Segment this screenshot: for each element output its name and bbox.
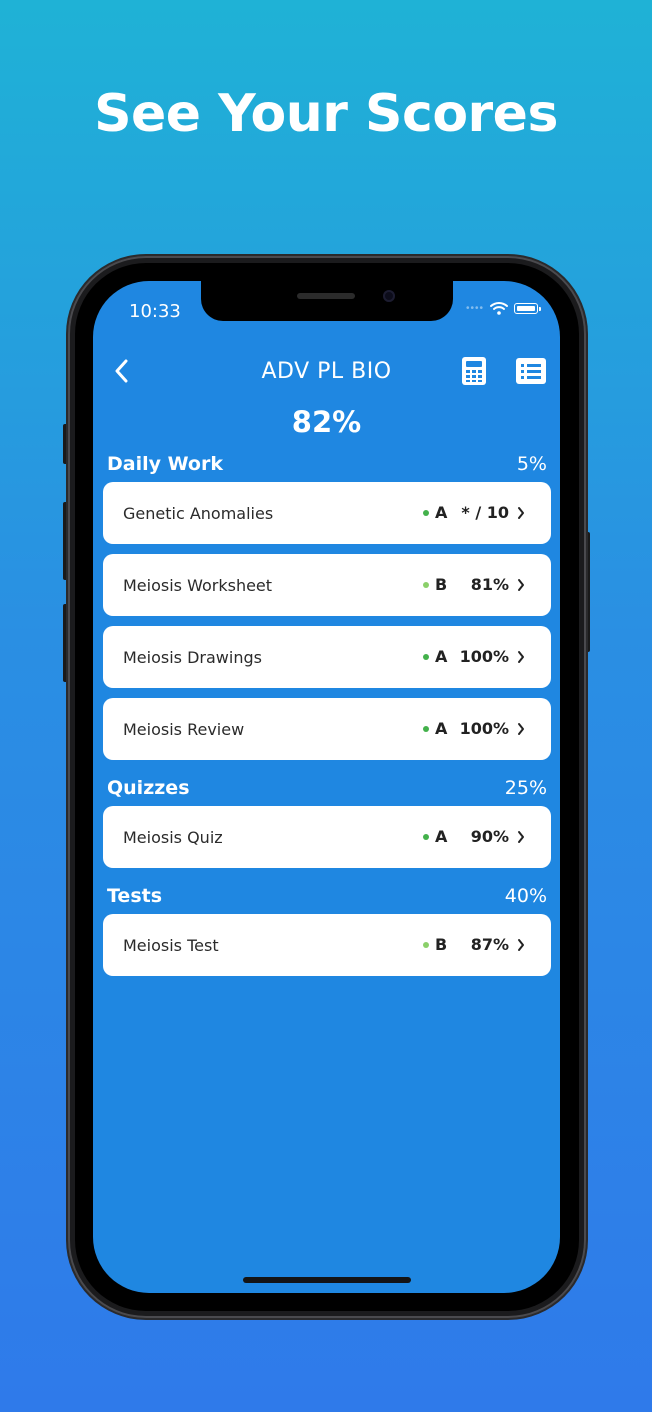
status-time: 10:33 [129, 301, 181, 322]
app-screen: 10:33 •••• ADV PL BIO 82% Daily Work 5% … [93, 281, 560, 1293]
assignment-name: Meiosis Test [123, 936, 219, 955]
assignment-name: Meiosis Review [123, 720, 245, 739]
letter-grade: A [435, 503, 448, 522]
assignment-row[interactable]: Meiosis Drawings A 100% [103, 626, 551, 688]
assignment-row[interactable]: Meiosis Review A 100% [103, 698, 551, 760]
signal-icon: •••• [465, 302, 484, 314]
chevron-right-icon [518, 578, 524, 591]
assignment-score: 81% [470, 575, 509, 594]
section-header-daily-work: Daily Work 5% [107, 453, 547, 475]
battery-icon [514, 302, 541, 314]
grade-dot [423, 653, 429, 660]
wifi-icon [490, 302, 508, 315]
chevron-right-icon [518, 650, 524, 663]
list-icon[interactable] [515, 356, 547, 386]
section-name: Quizzes [107, 777, 190, 799]
letter-grade: A [435, 827, 448, 846]
course-title: ADV PL BIO [261, 359, 392, 384]
section-name: Daily Work [107, 453, 223, 475]
grade-dot [423, 941, 429, 948]
front-camera [383, 290, 395, 302]
assignment-name: Meiosis Quiz [123, 828, 223, 847]
section-weight: 40% [504, 885, 547, 907]
assignment-name: Meiosis Worksheet [123, 576, 273, 595]
section-weight: 5% [516, 453, 547, 475]
letter-grade: B [435, 575, 448, 594]
assignment-score: 87% [470, 935, 509, 954]
letter-grade: A [435, 647, 448, 666]
grade-dot [423, 833, 429, 840]
home-indicator[interactable] [243, 1277, 411, 1283]
section-header-tests: Tests 40% [107, 885, 547, 907]
section-weight: 25% [504, 777, 547, 799]
overall-grade: 82% [291, 405, 362, 439]
assignment-name: Genetic Anomalies [123, 504, 274, 523]
letter-grade: A [435, 719, 448, 738]
chevron-right-icon [518, 722, 524, 735]
headline: See Your Scores [94, 84, 558, 144]
assignment-row[interactable]: Genetic Anomalies A * / 10 [103, 482, 551, 544]
grade-dot [423, 509, 429, 516]
grade-dot [423, 581, 429, 588]
assignment-score: 100% [459, 647, 509, 666]
letter-grade: B [435, 935, 448, 954]
notch [201, 281, 453, 321]
speaker-grille [297, 293, 355, 299]
assignment-score: 100% [459, 719, 509, 738]
calculator-icon[interactable] [459, 356, 489, 386]
grade-dot [423, 725, 429, 732]
assignment-row[interactable]: Meiosis Worksheet B 81% [103, 554, 551, 616]
assignment-row[interactable]: Meiosis Test B 87% [103, 914, 551, 976]
assignment-score: * / 10 [461, 503, 509, 522]
chevron-right-icon [518, 938, 524, 951]
chevron-right-icon [518, 506, 524, 519]
assignment-score: 90% [470, 827, 509, 846]
assignment-name: Meiosis Drawings [123, 648, 262, 667]
nav-bar: ADV PL BIO [93, 351, 560, 391]
section-name: Tests [107, 885, 163, 907]
assignment-row[interactable]: Meiosis Quiz A 90% [103, 806, 551, 868]
chevron-right-icon [518, 830, 524, 843]
status-icons: •••• [465, 301, 541, 315]
section-header-quizzes: Quizzes 25% [107, 777, 547, 799]
